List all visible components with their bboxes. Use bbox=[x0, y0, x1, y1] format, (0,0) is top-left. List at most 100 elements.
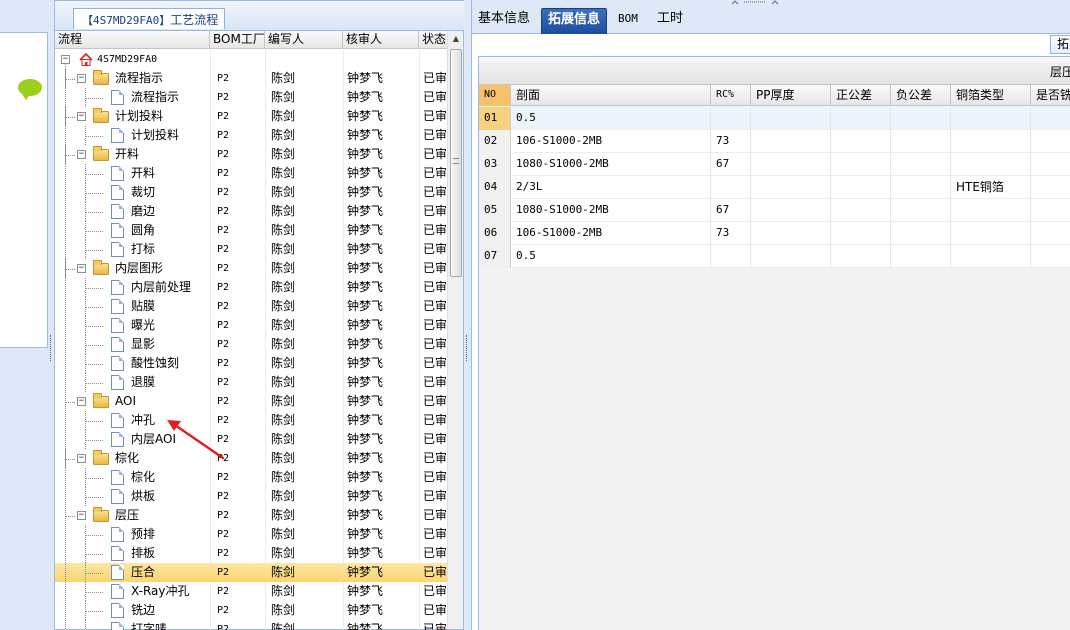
pos-tolerance-cell[interactable] bbox=[831, 245, 891, 268]
scroll-thumb[interactable] bbox=[450, 49, 462, 277]
mill-cell[interactable] bbox=[1031, 130, 1070, 153]
mill-cell[interactable] bbox=[1031, 245, 1070, 268]
grid-row[interactable]: 03 1080-S1000-2MB 67 bbox=[479, 153, 1070, 176]
pp-thickness-cell[interactable] bbox=[751, 222, 831, 245]
no-cell[interactable]: 01 bbox=[479, 107, 511, 130]
tree-leaf-row[interactable]: 内层前处理 P2 陈剑 钟梦飞 已审 bbox=[55, 278, 447, 297]
mill-cell[interactable] bbox=[1031, 153, 1070, 176]
neg-tolerance-cell[interactable] bbox=[891, 130, 951, 153]
col-pos-tol-header[interactable]: 正公差 bbox=[831, 85, 891, 106]
col-no-header[interactable]: NO bbox=[479, 85, 511, 106]
pp-thickness-cell[interactable] bbox=[751, 176, 831, 199]
foil-type-cell[interactable] bbox=[951, 199, 1031, 222]
tree-leaf-row[interactable]: 打字唛 P2 陈剑 钟梦飞 已审 bbox=[55, 620, 447, 630]
rc-cell[interactable]: 73 bbox=[711, 222, 751, 245]
rc-cell[interactable] bbox=[711, 176, 751, 199]
tree-leaf-row[interactable]: 压合 P2 陈剑 钟梦飞 已审 bbox=[55, 563, 447, 582]
chat-bubble-icon[interactable] bbox=[18, 79, 42, 100]
scroll-up-icon[interactable]: ▲ bbox=[448, 31, 464, 47]
col-status-header[interactable]: 状态 bbox=[419, 31, 449, 49]
grid-row[interactable]: 06 106-S1000-2MB 73 bbox=[479, 222, 1070, 245]
tree-leaf-row[interactable]: 棕化 P2 陈剑 钟梦飞 已审 bbox=[55, 468, 447, 487]
mill-cell[interactable] bbox=[1031, 222, 1070, 245]
rc-cell[interactable] bbox=[711, 107, 751, 130]
tree-leaf-row[interactable]: 贴膜 P2 陈剑 钟梦飞 已审 bbox=[55, 297, 447, 316]
section-cell[interactable]: 0.5 bbox=[511, 245, 711, 268]
section-cell[interactable]: 106-S1000-2MB bbox=[511, 130, 711, 153]
tree-leaf-row[interactable]: 排板 P2 陈剑 钟梦飞 已审 bbox=[55, 544, 447, 563]
tree-leaf-row[interactable]: 曝光 P2 陈剑 钟梦飞 已审 bbox=[55, 316, 447, 335]
neg-tolerance-cell[interactable] bbox=[891, 176, 951, 199]
collapse-toggle-icon[interactable]: − bbox=[77, 264, 86, 273]
tree-folder-row[interactable]: −棕化P2陈剑钟梦飞已审 bbox=[55, 449, 447, 468]
col-section-header[interactable]: 剖面 bbox=[511, 85, 711, 106]
tree-folder-row[interactable]: − AOI P2 陈剑 钟梦飞 已审 bbox=[55, 392, 447, 411]
tab-work-hours[interactable]: 工时 bbox=[651, 8, 689, 34]
tree-folder-row[interactable]: − 计划投料 P2 陈剑 钟梦飞 已审 bbox=[55, 107, 447, 126]
collapse-toggle-icon[interactable]: − bbox=[77, 397, 86, 406]
collapse-toggle-icon[interactable]: − bbox=[77, 112, 86, 121]
no-cell[interactable]: 04 bbox=[479, 176, 511, 199]
foil-type-cell[interactable]: HTE铜箔 bbox=[951, 176, 1031, 199]
pos-tolerance-cell[interactable] bbox=[831, 176, 891, 199]
tree-panel-tab[interactable]: 【4S7MD29FA0】工艺流程 bbox=[73, 8, 226, 29]
section-cell[interactable]: 1080-S1000-2MB bbox=[511, 199, 711, 222]
no-cell[interactable]: 05 bbox=[479, 199, 511, 222]
tree-leaf-row[interactable]: 圆角 P2 陈剑 钟梦飞 已审 bbox=[55, 221, 447, 240]
pp-thickness-cell[interactable] bbox=[751, 130, 831, 153]
tree-leaf-row[interactable]: 烘板 P2 陈剑 钟梦飞 已审 bbox=[55, 487, 447, 506]
col-checker-header[interactable]: 核审人 bbox=[343, 31, 419, 49]
pp-thickness-cell[interactable] bbox=[751, 245, 831, 268]
rc-cell[interactable]: 67 bbox=[711, 199, 751, 222]
tree-folder-row[interactable]: − 开料 P2 陈剑 钟梦飞 已审 bbox=[55, 145, 447, 164]
tab-bom[interactable]: BOM bbox=[612, 8, 644, 34]
collapse-toggle-icon[interactable]: − bbox=[61, 55, 70, 64]
tree-leaf-row[interactable]: 流程指示 P2 陈剑 钟梦飞 已审 bbox=[55, 88, 447, 107]
tree-leaf-row[interactable]: X-Ray冲孔 P2 陈剑 钟梦飞 已审 bbox=[55, 582, 447, 601]
tree-root-row[interactable]: − 4S7MD29FA0 bbox=[55, 50, 447, 69]
section-cell[interactable]: 1080-S1000-2MB bbox=[511, 153, 711, 176]
col-rc-header[interactable]: RC% bbox=[711, 85, 751, 106]
foil-type-cell[interactable] bbox=[951, 107, 1031, 130]
toolbar-button[interactable]: 拓 bbox=[1050, 35, 1070, 54]
section-cell[interactable]: 106-S1000-2MB bbox=[511, 222, 711, 245]
tree-folder-row[interactable]: − 流程指示 P2 陈剑 钟梦飞 已审 bbox=[55, 69, 447, 88]
no-cell[interactable]: 06 bbox=[479, 222, 511, 245]
grid-row[interactable]: 04 2/3L HTE铜箔 bbox=[479, 176, 1070, 199]
col-flow-header[interactable]: 流程 bbox=[55, 31, 210, 49]
neg-tolerance-cell[interactable] bbox=[891, 107, 951, 130]
section-cell[interactable]: 2/3L bbox=[511, 176, 711, 199]
rc-cell[interactable]: 73 bbox=[711, 130, 751, 153]
tab-basic-info[interactable]: 基本信息 bbox=[472, 8, 536, 34]
collapse-handle-icon[interactable] bbox=[732, 0, 778, 5]
neg-tolerance-cell[interactable] bbox=[891, 245, 951, 268]
col-pp-header[interactable]: PP厚度 bbox=[751, 85, 831, 106]
tree-leaf-row[interactable]: 酸性蚀刻 P2 陈剑 钟梦飞 已审 bbox=[55, 354, 447, 373]
pos-tolerance-cell[interactable] bbox=[831, 153, 891, 176]
pp-thickness-cell[interactable] bbox=[751, 107, 831, 130]
tab-extended-info[interactable]: 拓展信息 bbox=[541, 8, 608, 34]
section-cell[interactable]: 0.5 bbox=[511, 107, 711, 130]
grid-row[interactable]: 07 0.5 bbox=[479, 245, 1070, 268]
foil-type-cell[interactable] bbox=[951, 245, 1031, 268]
pos-tolerance-cell[interactable] bbox=[831, 130, 891, 153]
tree-leaf-row[interactable]: 裁切 P2 陈剑 钟梦飞 已审 bbox=[55, 183, 447, 202]
tree-leaf-row[interactable]: 计划投料 P2 陈剑 钟梦飞 已审 bbox=[55, 126, 447, 145]
tree-leaf-row[interactable]: 开料 P2 陈剑 钟梦飞 已审 bbox=[55, 164, 447, 183]
tree-leaf-row[interactable]: 退膜 P2 陈剑 钟梦飞 已审 bbox=[55, 373, 447, 392]
tree-leaf-row[interactable]: 打标 P2 陈剑 钟梦飞 已审 bbox=[55, 240, 447, 259]
foil-type-cell[interactable] bbox=[951, 130, 1031, 153]
mill-cell[interactable] bbox=[1031, 199, 1070, 222]
collapse-toggle-icon[interactable]: − bbox=[77, 74, 86, 83]
pos-tolerance-cell[interactable] bbox=[831, 222, 891, 245]
neg-tolerance-cell[interactable] bbox=[891, 222, 951, 245]
foil-type-cell[interactable] bbox=[951, 222, 1031, 245]
neg-tolerance-cell[interactable] bbox=[891, 153, 951, 176]
col-writer-header[interactable]: 编写人 bbox=[265, 31, 343, 49]
grid-row[interactable]: 05 1080-S1000-2MB 67 bbox=[479, 199, 1070, 222]
grid-row[interactable]: 02 106-S1000-2MB 73 bbox=[479, 130, 1070, 153]
pp-thickness-cell[interactable] bbox=[751, 153, 831, 176]
col-mill-header[interactable]: 是否铣 bbox=[1031, 85, 1070, 106]
pos-tolerance-cell[interactable] bbox=[831, 107, 891, 130]
center-splitter[interactable] bbox=[464, 0, 470, 630]
